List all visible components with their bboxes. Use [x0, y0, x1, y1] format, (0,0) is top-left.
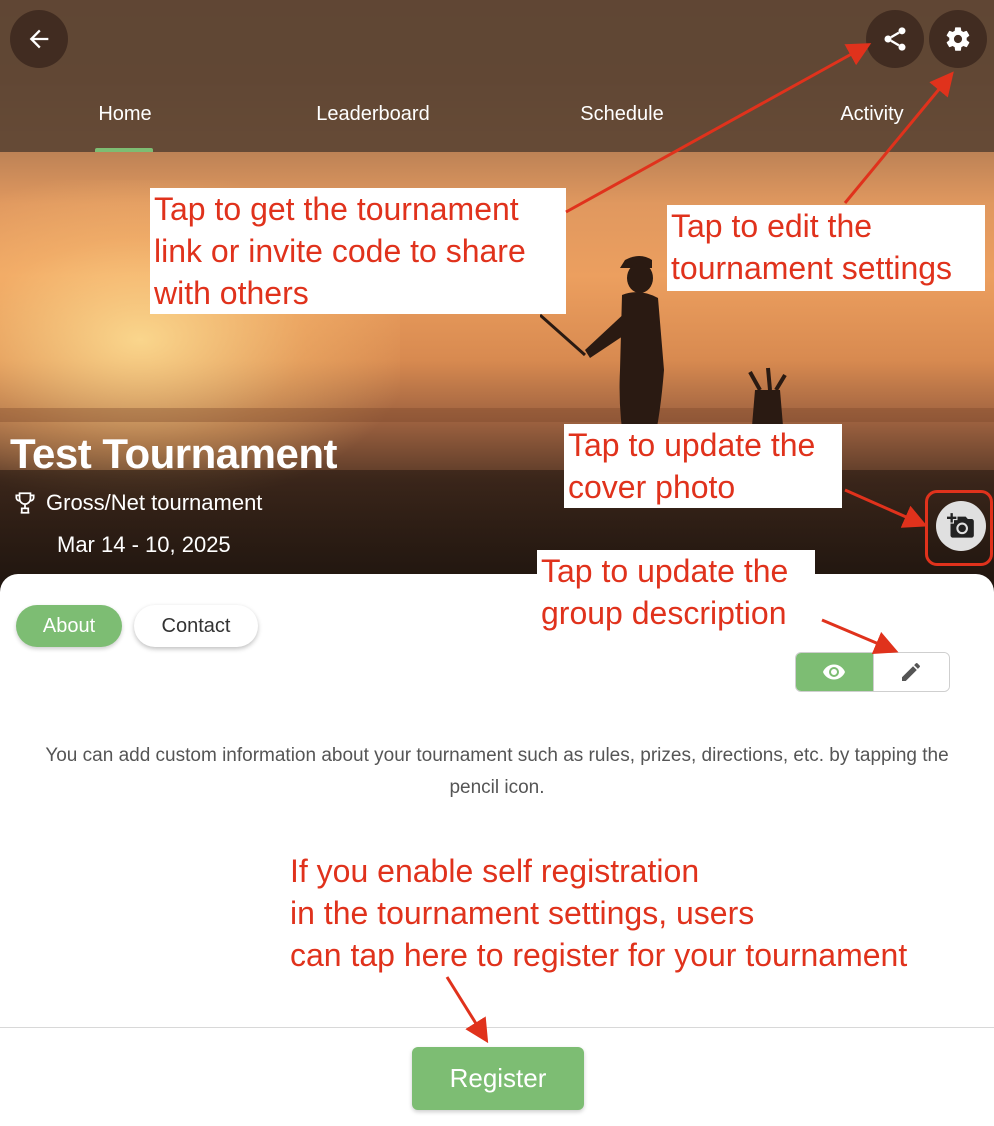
view-mode-button[interactable] [796, 653, 873, 691]
tournament-type: Gross/Net tournament [46, 490, 263, 515]
active-tab-indicator [95, 148, 153, 152]
about-tab-label: About [42, 614, 96, 637]
settings-annotation: Tap to edit the tournament settings [667, 205, 985, 291]
share-annotation-line: link or invite code to share [154, 233, 526, 269]
footer-divider [0, 1027, 994, 1028]
gear-icon [946, 27, 970, 51]
cover-annotation-line: cover photo [568, 469, 736, 505]
contact-tab-label: Contact [161, 614, 231, 637]
register-button[interactable]: Register [412, 1047, 584, 1110]
pencil-icon [902, 662, 921, 681]
register-annotation-line: in the tournament settings, users [290, 895, 755, 931]
add-photo-camera-icon [947, 513, 974, 538]
register-annotation: If you enable self registration in the t… [290, 850, 980, 976]
settings-annotation-line: Tap to edit the [671, 208, 873, 244]
share-icon [884, 27, 906, 51]
tab-leaderboard-label: Leaderboard [316, 103, 430, 125]
view-edit-toggle [795, 652, 950, 692]
trophy-icon [15, 492, 35, 514]
register-annotation-line: can tap here to register for your tourna… [290, 937, 908, 973]
description-annotation-line: group description [541, 595, 787, 631]
register-annotation-line: If you enable self registration [290, 853, 700, 889]
description-annotation: Tap to update the group description [537, 550, 815, 634]
tab-schedule-label: Schedule [580, 103, 664, 125]
arrow-left-icon [29, 29, 49, 49]
share-annotation: Tap to get the tournament link or invite… [150, 188, 566, 314]
register-label: Register [449, 1063, 547, 1093]
share-button[interactable] [866, 10, 924, 68]
tab-leaderboard[interactable]: Leaderboard [248, 92, 498, 152]
settings-annotation-line: tournament settings [671, 250, 953, 286]
horizon-line [0, 408, 994, 422]
eye-icon [823, 664, 846, 680]
cover-annotation-line: Tap to update the [568, 427, 816, 463]
tab-schedule[interactable]: Schedule [497, 92, 747, 152]
edit-description-button[interactable] [872, 653, 949, 691]
tournament-type-row: Gross/Net tournament [12, 490, 262, 516]
tournament-title: Test Tournament [10, 430, 337, 477]
about-tab[interactable]: About [16, 605, 122, 647]
description-annotation-line: Tap to update the [541, 553, 789, 589]
contact-tab[interactable]: Contact [134, 605, 258, 647]
tournament-dates: Mar 14 - 10, 2025 [57, 532, 231, 557]
share-annotation-line: with others [154, 275, 309, 311]
cover-photo-annotation: Tap to update the cover photo [564, 424, 842, 508]
tab-home[interactable]: Home [0, 92, 250, 152]
tab-home-label: Home [98, 103, 152, 125]
share-annotation-line: Tap to get the tournament [154, 191, 519, 227]
tournament-description: You can add custom information about you… [45, 745, 949, 798]
settings-button[interactable] [929, 10, 987, 68]
update-cover-photo-button[interactable] [936, 501, 986, 551]
tab-activity[interactable]: Activity [747, 92, 994, 152]
tab-activity-label: Activity [840, 103, 904, 125]
back-button[interactable] [10, 10, 68, 68]
